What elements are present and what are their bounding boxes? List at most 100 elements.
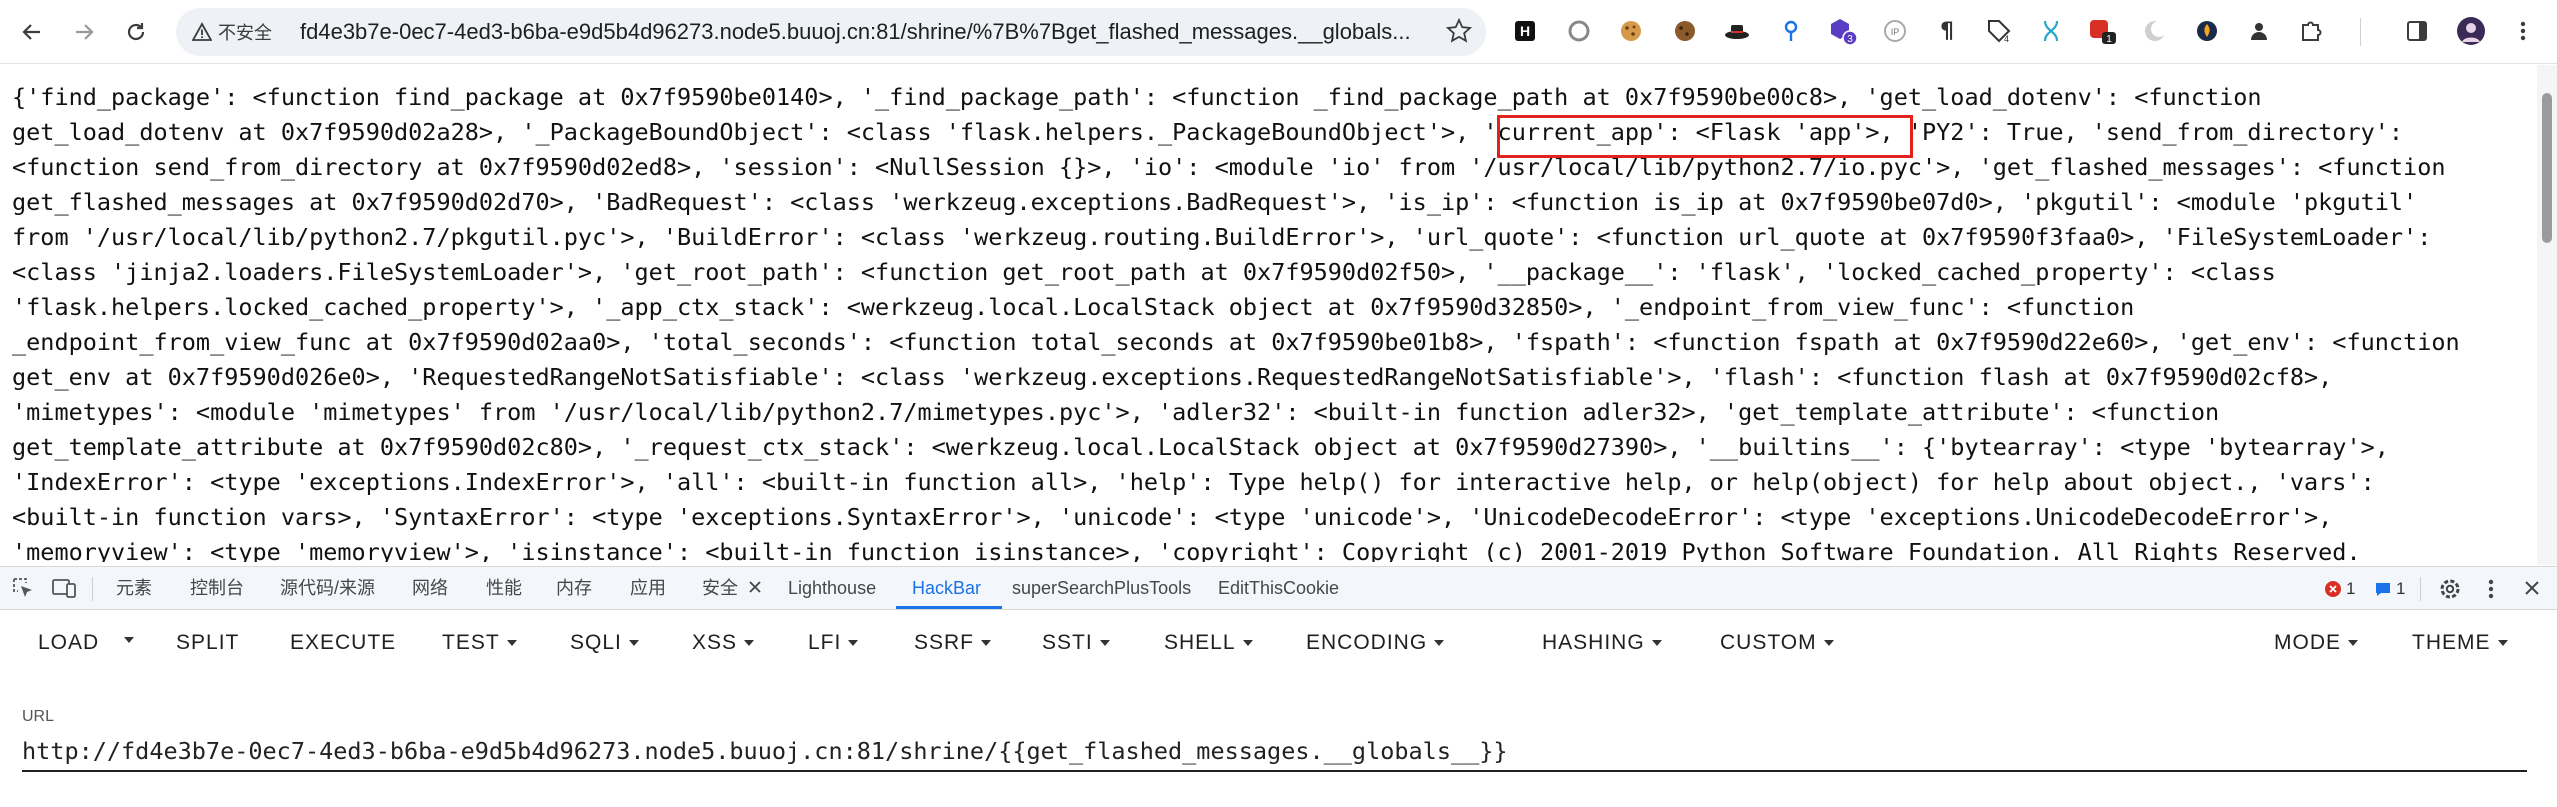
svg-text:H: H (1520, 23, 1530, 39)
reload-button[interactable] (118, 14, 154, 50)
devtools-tab-bar: 元素 控制台 源代码/来源 网络 性能 内存 应用 安全 Lighthouse … (0, 566, 2557, 610)
mode-menu[interactable]: MODE (2274, 628, 2358, 658)
side-panel-icon[interactable] (2402, 16, 2432, 46)
settings-gear-icon[interactable] (2438, 577, 2462, 606)
split-button[interactable]: SPLIT (176, 628, 239, 658)
response-text-line: get_template_attribute at 0x7f9590d02c80… (12, 433, 2389, 461)
error-icon (2325, 581, 2341, 597)
tab-sources[interactable]: 源代码/来源 (280, 567, 375, 609)
hashing-menu[interactable]: HASHING (1542, 628, 1662, 658)
encoding-menu[interactable]: ENCODING (1306, 628, 1445, 658)
chevron-down-icon (1434, 640, 1445, 647)
close-devtools-icon[interactable] (2522, 578, 2542, 603)
cookie-icon[interactable] (1616, 16, 1646, 46)
tab-divider-right (2420, 577, 2421, 601)
forward-button[interactable] (66, 14, 102, 50)
response-text-line: 'mimetypes': <module 'mimetypes' from '/… (12, 398, 2220, 426)
security-label: 不安全 (218, 23, 272, 43)
page-scrollbar[interactable] (2537, 65, 2557, 565)
hat-icon[interactable] (1722, 16, 1752, 46)
response-text-line: <class 'jinja2.loaders.FileSystemLoader'… (12, 258, 2276, 286)
tab-editthiscookie[interactable]: EditThisCookie (1218, 567, 1339, 609)
user-shield-icon[interactable] (2244, 16, 2274, 46)
tab-security[interactable]: 安全 (702, 567, 738, 609)
scrollbar-thumb[interactable] (2542, 93, 2552, 243)
tab-performance[interactable]: 性能 (486, 567, 522, 609)
response-text-line: _endpoint_from_view_func at 0x7f9590d02a… (12, 328, 2460, 356)
chevron-down-icon (981, 640, 992, 647)
hackbar-panel: LOAD SPLIT EXECUTE TEST SQLI XSS LFI SSR… (0, 610, 2557, 807)
tab-supersearchplustools[interactable]: superSearchPlusTools (1012, 567, 1191, 609)
browser-menu-icon[interactable] (2508, 16, 2538, 46)
security-chip[interactable]: 不安全 (184, 14, 284, 50)
dna-icon[interactable] (2036, 16, 2066, 46)
chevron-down-icon (1651, 640, 1662, 647)
avatar[interactable] (2456, 16, 2486, 46)
response-text-line: get_load_dotenv at 0x7f9590d02a28>, '_Pa… (12, 118, 2404, 146)
url-field-label: URL (22, 708, 55, 725)
message-counter[interactable]: 1 (2374, 579, 2405, 599)
xss-menu[interactable]: XSS (692, 628, 755, 658)
svg-text:¶: ¶ (1940, 19, 1954, 43)
response-text-line: 'memoryview': <type 'memoryview'>, 'isin… (12, 538, 2361, 562)
back-button[interactable] (14, 14, 50, 50)
theme-menu[interactable]: THEME (2412, 628, 2508, 658)
tab-lighthouse[interactable]: Lighthouse (788, 567, 876, 609)
warning-triangle-icon (192, 22, 212, 41)
pin-icon[interactable] (1776, 16, 1806, 46)
tab-console[interactable]: 控制台 (190, 567, 244, 609)
tab-network[interactable]: 网络 (412, 567, 448, 609)
load-dropdown-icon[interactable] (124, 637, 134, 643)
response-text-line: get_env at 0x7f9590d026e0>, 'RequestedRa… (12, 363, 2333, 391)
highlight-annotation-box (1497, 115, 1913, 158)
close-tab-icon[interactable] (746, 578, 764, 601)
ssti-menu[interactable]: SSTI (1042, 628, 1110, 658)
tag-icon[interactable]: 4 (1984, 16, 2014, 46)
url-text[interactable]: fd4e3b7e-0ec7-4ed3-b6ba-e9d5b4d96273.nod… (300, 8, 1410, 56)
extension-red-icon[interactable]: 1 (2088, 16, 2118, 46)
inspect-element-icon[interactable] (12, 577, 34, 604)
tab-hackbar[interactable]: HackBar (912, 567, 981, 609)
ssti-menu-label: SSTI (1042, 631, 1093, 654)
lfi-menu-label: LFI (808, 631, 842, 654)
lfi-menu[interactable]: LFI (808, 628, 859, 658)
ip-icon[interactable]: IP (1880, 16, 1910, 46)
response-text-line: {'find_package': <function find_package … (12, 83, 2262, 111)
tab-application[interactable]: 应用 (630, 567, 666, 609)
puzzle-icon[interactable] (2296, 16, 2326, 46)
response-text-line: <built-in function vars>, 'SyntaxError':… (12, 503, 2333, 531)
cookie-editor-icon[interactable] (1670, 16, 1700, 46)
page-content: {'find_package': <function find_package … (12, 80, 2532, 562)
extension-badge: 3 (1847, 34, 1853, 45)
sqli-menu[interactable]: SQLI (570, 628, 639, 658)
pilcrow-icon[interactable]: ¶ (1932, 16, 1962, 46)
extension-circle-icon[interactable] (1564, 16, 1594, 46)
test-menu[interactable]: TEST (442, 628, 517, 658)
error-counter[interactable]: 1 (2324, 579, 2355, 599)
moon-icon[interactable] (2140, 16, 2170, 46)
bookmark-star-icon[interactable] (1446, 18, 1472, 44)
chevron-down-icon (2497, 640, 2508, 647)
tab-elements[interactable]: 元素 (116, 567, 152, 609)
extension-h-icon[interactable]: H (1510, 16, 1540, 46)
execute-button[interactable]: EXECUTE (290, 628, 396, 658)
browser-toolbar: 不安全 fd4e3b7e-0ec7-4ed3-b6ba-e9d5b4d96273… (0, 0, 2557, 64)
url-input[interactable]: http://fd4e3b7e-0ec7-4ed3-b6ba-e9d5b4d96… (22, 734, 2527, 772)
chevron-down-icon (628, 640, 639, 647)
chevron-down-icon (1823, 640, 1834, 647)
error-count: 1 (2346, 579, 2356, 598)
extension-hex-icon[interactable]: 3 (1828, 16, 1858, 46)
address-bar[interactable]: 不安全 fd4e3b7e-0ec7-4ed3-b6ba-e9d5b4d96273… (176, 8, 1486, 56)
ssrf-menu-label: SSRF (914, 631, 975, 654)
custom-menu[interactable]: CUSTOM (1720, 628, 1834, 658)
shell-menu[interactable]: SHELL (1164, 628, 1253, 658)
device-toolbar-icon[interactable] (52, 577, 76, 604)
devtools-menu-icon[interactable] (2486, 577, 2496, 606)
mode-menu-label: MODE (2274, 631, 2341, 654)
tab-memory[interactable]: 内存 (556, 567, 592, 609)
ssrf-menu[interactable]: SSRF (914, 628, 992, 658)
load-button[interactable]: LOAD (38, 628, 99, 658)
chevron-down-icon (848, 640, 859, 647)
sqli-menu-label: SQLI (570, 631, 622, 654)
flame-icon[interactable] (2192, 16, 2222, 46)
